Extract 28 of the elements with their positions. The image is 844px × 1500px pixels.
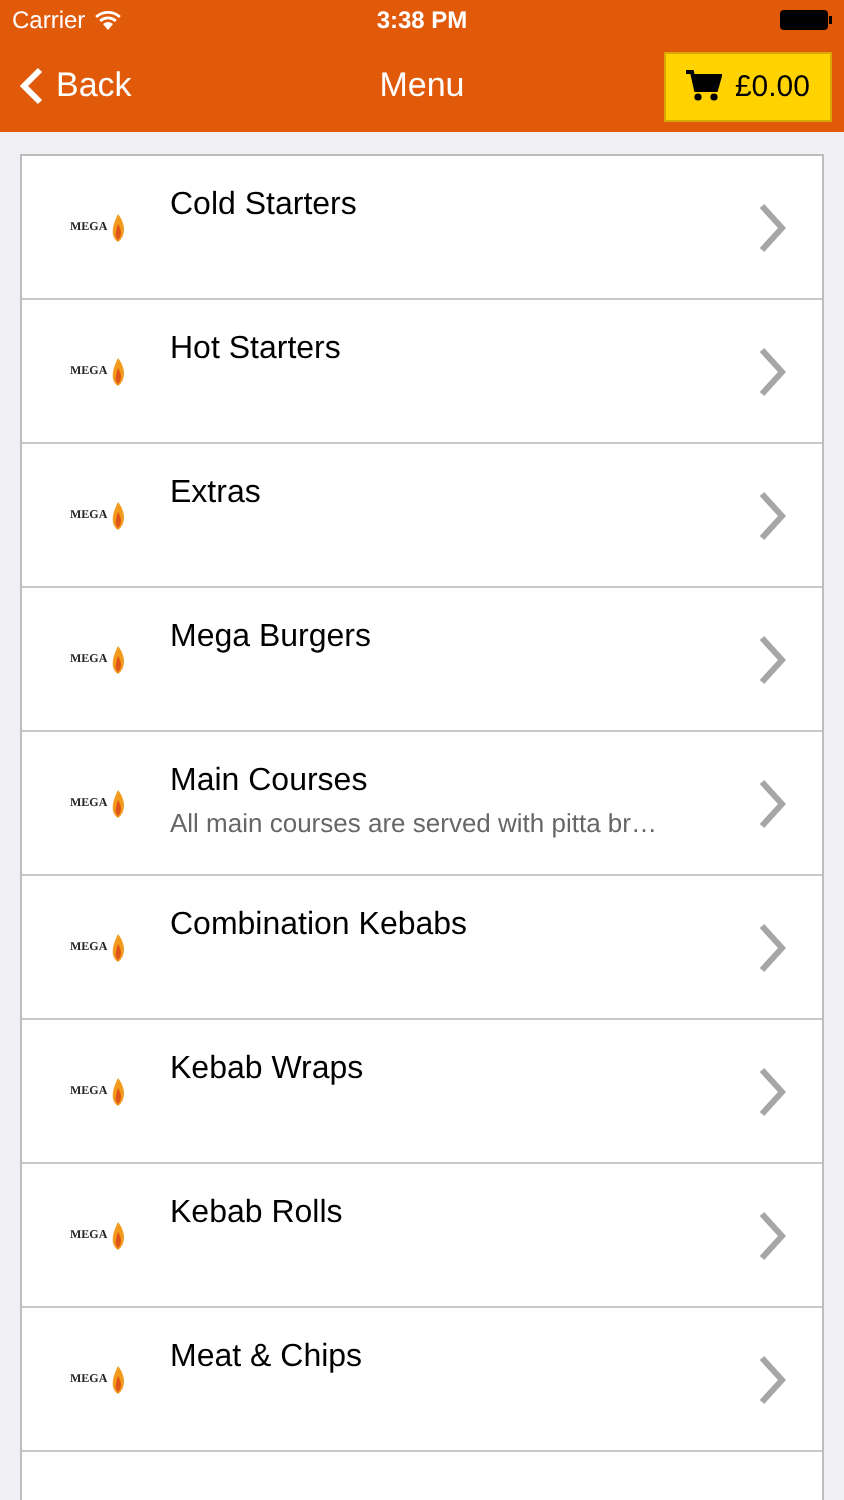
category-name: Cold Starters (170, 188, 359, 224)
category-name: Combination Kebabs (170, 908, 470, 944)
chevron-right-icon (758, 921, 786, 973)
back-button[interactable]: Back (20, 66, 132, 106)
chevron-right-icon (758, 1209, 786, 1261)
carrier-name: Carrier (12, 6, 86, 34)
chevron-right-icon (758, 1065, 786, 1117)
chevron-left-icon (20, 66, 44, 106)
category-name: Mega Burgers (170, 620, 373, 656)
status-time: 3:38 PM (374, 6, 470, 34)
category-name: Hot Starters (170, 332, 343, 368)
cart-icon (686, 70, 723, 102)
chevron-right-icon (758, 1353, 786, 1405)
chevron-right-icon (758, 201, 786, 253)
category-name: Meat & Chips (170, 1340, 365, 1376)
category-name: Extras (170, 476, 263, 512)
chevron-right-icon (758, 777, 786, 829)
page-title: Menu (377, 66, 467, 106)
battery-icon (780, 10, 832, 30)
chevron-right-icon (758, 633, 786, 685)
category-name: Kebab Rolls (170, 1196, 345, 1232)
chevron-right-icon (758, 489, 786, 541)
chevron-right-icon (758, 345, 786, 397)
category-name: Kebab Wraps (170, 1052, 366, 1088)
category-name: Main Courses (170, 764, 370, 800)
wifi-icon (93, 10, 122, 30)
category-description: All main courses are served with pitta br… (170, 808, 659, 842)
cart-button[interactable]: £0.00 (664, 51, 832, 121)
